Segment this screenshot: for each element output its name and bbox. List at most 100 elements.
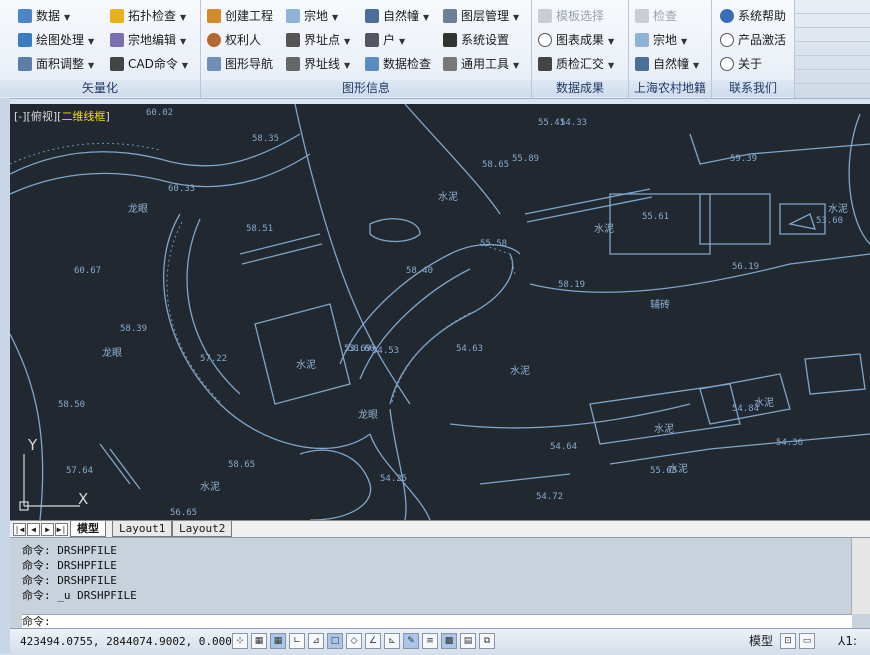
selection-cycling-toggle[interactable]: ⧉ — [479, 633, 495, 649]
elevation-label: 56.65 — [170, 508, 198, 518]
infer-constraints-toggle[interactable]: ⊹ — [232, 633, 248, 649]
quick-properties-toggle[interactable]: ▤ — [460, 633, 476, 649]
coordinate-readout: 423494.0755, 2844074.9002, 0.0000 — [20, 635, 239, 648]
help-icon — [720, 9, 734, 23]
osnap-toggle[interactable]: □ — [327, 633, 343, 649]
about-button[interactable]: 关于 — [720, 53, 762, 75]
polar-toggle[interactable]: ⊿ — [308, 633, 324, 649]
left-dock-bar — [0, 98, 10, 654]
point-icon — [286, 33, 300, 47]
edit-icon — [110, 33, 124, 47]
elevation-label: 54.33 — [560, 118, 588, 128]
ribbon-empty-area — [795, 0, 870, 98]
tab-model[interactable]: 模型 — [70, 521, 106, 537]
transparency-toggle[interactable]: ▩ — [441, 633, 457, 649]
command-history-line: 命令: _u DRSHPFILE — [22, 589, 137, 602]
command-input[interactable]: 命令: — [22, 614, 852, 629]
elevation-label: 53.69 — [344, 344, 372, 354]
elevation-label: 54.25 — [380, 474, 408, 484]
ribbon-group-data-results: 模板选择 图表成果 ▼ 质检汇交 ▼ 数据成果 — [532, 0, 629, 98]
quick-view-button[interactable]: ▭ — [799, 633, 815, 649]
ribbon-group-vectorize: 数据 ▼ 绘图处理 ▼ 面积调整 ▼ 拓扑检查 ▼ 宗地编辑 ▼ CAD命令 ▼ 矢量化 — [0, 0, 201, 98]
command-history-line: 命令: DRSHPFILE — [22, 559, 117, 572]
elevation-label: 54.53 — [372, 346, 400, 356]
elevation-label: 54.64 — [550, 442, 578, 452]
ribbon-group-title: 图形信息 — [201, 80, 531, 97]
data-check-button[interactable]: 数据检查 — [365, 53, 431, 75]
lineweight-toggle[interactable]: ≡ — [422, 633, 438, 649]
cad-command-button[interactable]: CAD命令 ▼ — [110, 53, 188, 75]
activate-button[interactable]: 产品激活 — [720, 29, 786, 51]
system-settings-button[interactable]: 系统设置 — [443, 29, 509, 51]
graphic-nav-button[interactable]: 图形导航 — [207, 53, 273, 75]
3d-osnap-toggle[interactable]: ◇ — [346, 633, 362, 649]
surface-label: 水泥 — [296, 360, 316, 371]
elevation-label: 60.33 — [168, 184, 196, 194]
tab-layout2[interactable]: Layout2 — [172, 521, 233, 537]
chart-results-button[interactable]: 图表成果 ▼ — [538, 29, 614, 51]
area-adjust-button[interactable]: 面积调整 ▼ — [18, 53, 94, 75]
qc-submit-button[interactable]: 质检汇交 ▼ — [538, 53, 614, 75]
tab-first-button[interactable]: |◀ — [13, 523, 26, 536]
check-icon — [365, 57, 379, 71]
surface-label: 水泥 — [438, 192, 458, 203]
command-window: 命令: DRSHPFILE 命令: DRSHPFILE 命令: DRSHPFIL… — [10, 537, 870, 629]
ribbon-group-title: 数据成果 — [532, 80, 628, 97]
elevation-label: 58.40 — [406, 266, 434, 276]
tab-prev-button[interactable]: ◀ — [27, 523, 40, 536]
parcel-edit-button[interactable]: 宗地编辑 ▼ — [110, 29, 186, 51]
elevation-label: 58.19 — [558, 280, 586, 290]
building-button[interactable]: 自然幢 ▼ — [365, 5, 429, 27]
sh-building-button[interactable]: 自然幢 ▼ — [635, 53, 699, 75]
snap-toggle[interactable]: ▦ — [251, 633, 267, 649]
ribbon: 数据 ▼ 绘图处理 ▼ 面积调整 ▼ 拓扑检查 ▼ 宗地编辑 ▼ CAD命令 ▼ 矢量化 创… — [0, 0, 870, 99]
dyn-toggle[interactable]: ✎ — [403, 633, 419, 649]
drawing-canvas[interactable]: [-][俯视][二维线框] 58.35 58.51 60.02 60.33 58.50 6… — [10, 104, 870, 520]
tab-last-button[interactable]: ▶| — [55, 523, 68, 536]
pen-icon — [18, 33, 32, 47]
template-select-button[interactable]: 模板选择 — [538, 5, 604, 27]
layout-view-button[interactable]: ⊡ — [780, 633, 796, 649]
help-button[interactable]: 系统帮助 — [720, 5, 786, 27]
status-bar: 423494.0755, 2844074.9002, 0.0000 ⊹ ▦ ▦ … — [10, 628, 870, 655]
parcel-button[interactable]: 宗地 ▼ — [286, 5, 338, 27]
elevation-label: 54.36 — [776, 438, 804, 448]
ortho-toggle[interactable]: ∟ — [289, 633, 305, 649]
ucs-x-label: X — [78, 490, 89, 508]
boundary-line-button[interactable]: 界址线 ▼ — [286, 53, 350, 75]
ducs-toggle[interactable]: ⊾ — [384, 633, 400, 649]
common-tools-button[interactable]: 通用工具 ▼ — [443, 53, 519, 75]
otrack-toggle[interactable]: ∠ — [365, 633, 381, 649]
surface-label: 水泥 — [754, 398, 774, 409]
layer-manage-button[interactable]: 图层管理 ▼ — [443, 5, 519, 27]
tab-next-button[interactable]: ▶ — [41, 523, 54, 536]
grid-toggle[interactable]: ▦ — [270, 633, 286, 649]
command-scrollbar[interactable] — [851, 538, 870, 614]
parcel-icon — [635, 33, 649, 47]
create-project-button[interactable]: 创建工程 — [207, 5, 273, 27]
building-icon — [635, 57, 649, 71]
household-button[interactable]: 户 ▼ — [365, 29, 405, 51]
topology-check-button[interactable]: 拓扑检查 ▼ — [110, 5, 186, 27]
elevation-label: 60.02 — [146, 108, 174, 118]
area-icon — [18, 57, 32, 71]
cad-icon — [110, 57, 124, 71]
inspect-button[interactable]: 检查 — [635, 5, 677, 27]
command-history: 命令: DRSHPFILE 命令: DRSHPFILE 命令: DRSHPFIL… — [22, 543, 852, 613]
boundary-point-button[interactable]: 界址点 ▼ — [286, 29, 350, 51]
data-button[interactable]: 数据 ▼ — [18, 5, 70, 27]
elevation-label: 56.19 — [732, 262, 760, 272]
elevation-label: 53.60 — [816, 216, 844, 226]
owner-button[interactable]: 权利人 — [207, 29, 261, 51]
annotation-scale[interactable]: ⅄1: — [838, 634, 857, 648]
surface-label: 水泥 — [654, 424, 674, 435]
ribbon-group-shanghai: 检查 宗地 ▼ 自然幢 ▼ 上海农村地籍 — [629, 0, 712, 98]
data-icon — [18, 9, 32, 23]
model-space-button[interactable]: 模型 — [746, 633, 776, 649]
drawing-process-button[interactable]: 绘图处理 ▼ — [18, 29, 94, 51]
sh-parcel-button[interactable]: 宗地 ▼ — [635, 29, 687, 51]
elevation-label: 55.61 — [642, 212, 670, 222]
checkbox-icon — [635, 9, 649, 23]
viewport-label[interactable]: [-][俯视][二维线框] — [14, 108, 110, 124]
tab-layout1[interactable]: Layout1 — [112, 521, 173, 537]
